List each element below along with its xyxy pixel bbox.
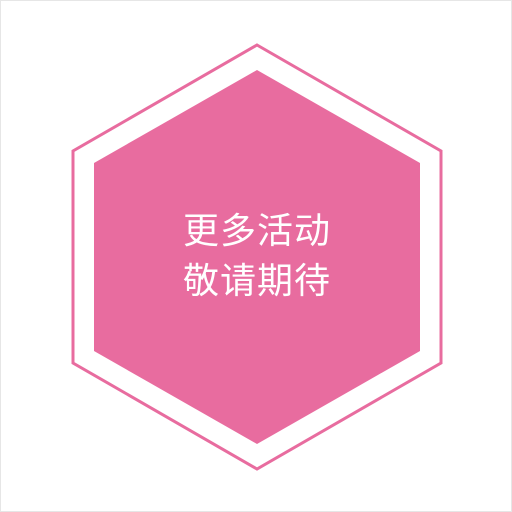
- coming-soon-line-2: 敬请期待: [182, 261, 331, 302]
- coming-soon-line-1: 更多活动: [182, 211, 331, 252]
- promo-tile: 更多活动 敬请期待: [0, 0, 512, 512]
- hexagon-badge: [71, 43, 443, 471]
- hexagon-fill: [94, 70, 420, 444]
